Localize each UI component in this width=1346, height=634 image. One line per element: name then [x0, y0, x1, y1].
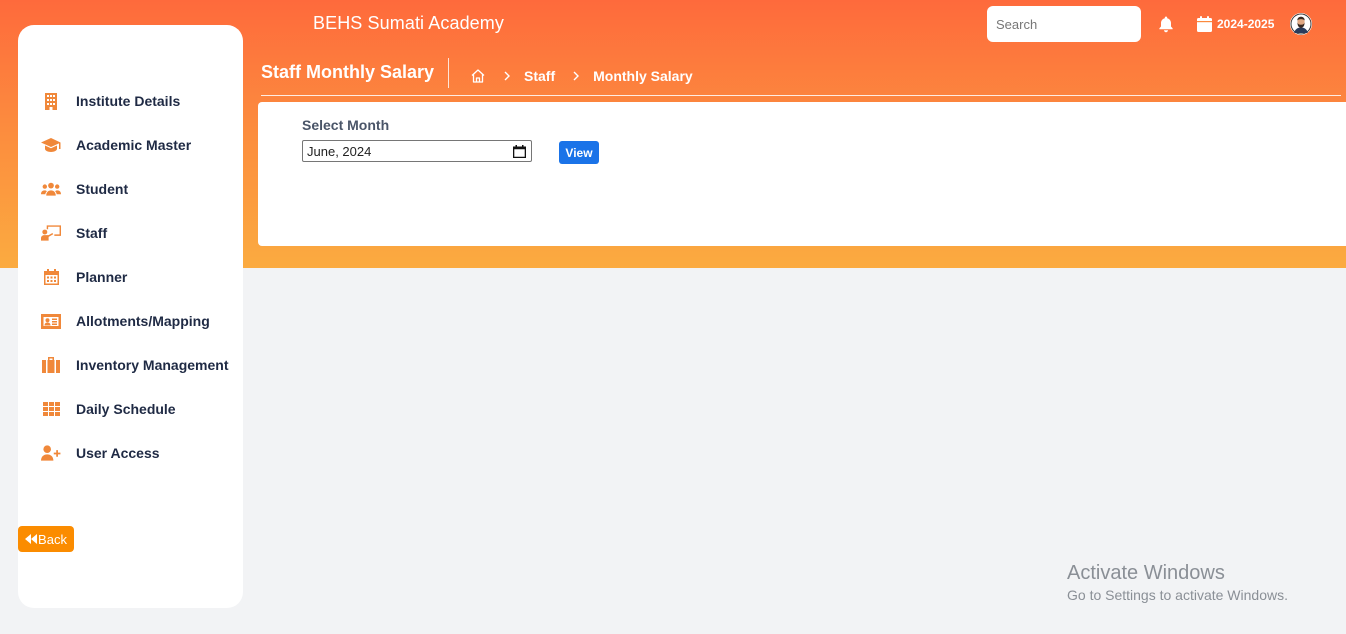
- activate-windows-title: Activate Windows: [1067, 562, 1225, 584]
- sidebar-item-label: Inventory Management: [76, 357, 229, 373]
- breadcrumb-staff[interactable]: Staff: [524, 68, 555, 84]
- avatar-icon: [1290, 13, 1312, 35]
- view-button[interactable]: View: [559, 141, 599, 164]
- calendar-icon: [41, 268, 61, 286]
- sidebar-item-daily-schedule[interactable]: Daily Schedule: [18, 394, 243, 424]
- sidebar-item-planner[interactable]: Planner: [18, 262, 243, 292]
- sidebar: Institute Details Academic Master Studen…: [18, 25, 243, 608]
- month-input-value: June, 2024: [307, 143, 372, 159]
- filter-card: [258, 102, 1346, 246]
- search-input[interactable]: [987, 6, 1141, 42]
- calendar-picker-icon[interactable]: [513, 145, 526, 158]
- select-month-label: Select Month: [302, 117, 390, 133]
- users-icon: [41, 180, 61, 198]
- sidebar-item-label: Planner: [76, 269, 128, 285]
- sidebar-item-label: User Access: [76, 445, 160, 461]
- breadcrumb: Staff Monthly Salary: [470, 66, 693, 86]
- chevron-right-icon: [573, 71, 580, 81]
- sidebar-item-allotments-mapping[interactable]: Allotments/Mapping: [18, 306, 243, 336]
- sidebar-item-student[interactable]: Student: [18, 174, 243, 204]
- chevron-right-icon: [504, 71, 510, 81]
- sidebar-item-staff[interactable]: Staff: [18, 218, 243, 248]
- bell-icon[interactable]: [1158, 16, 1174, 33]
- sidebar-item-label: Daily Schedule: [76, 401, 176, 417]
- sidebar-item-user-access[interactable]: User Access: [18, 438, 243, 468]
- sidebar-item-inventory-management[interactable]: Inventory Management: [18, 350, 243, 380]
- session-selector[interactable]: 2024-2025: [1217, 17, 1274, 31]
- page-title: Staff Monthly Salary: [261, 62, 435, 82]
- activate-windows-subtitle: Go to Settings to activate Windows.: [1067, 587, 1288, 603]
- sidebar-item-label: Staff: [76, 225, 108, 241]
- briefcase-icon: [41, 356, 61, 374]
- calendar-icon: [1197, 16, 1212, 32]
- back-button[interactable]: Back: [18, 526, 74, 552]
- double-chevron-left-icon: [25, 534, 38, 544]
- home-icon[interactable]: [470, 68, 486, 84]
- month-input[interactable]: June, 2024: [302, 140, 532, 162]
- grid-icon: [41, 400, 61, 418]
- sidebar-item-institute-details[interactable]: Institute Details: [18, 86, 243, 116]
- sidebar-item-label: Institute Details: [76, 93, 181, 109]
- user-avatar[interactable]: [1290, 13, 1312, 35]
- sidebar-item-label: Student: [76, 181, 129, 197]
- sidebar-item-label: Academic Master: [76, 137, 192, 153]
- id-card-icon: [41, 312, 61, 330]
- title-divider: [448, 58, 449, 88]
- header-divider: [261, 95, 1341, 96]
- building-icon: [41, 92, 61, 110]
- graduation-cap-icon: [41, 136, 61, 154]
- teacher-board-icon: [41, 224, 61, 242]
- app-title: BEHS Sumati Academy: [313, 13, 504, 33]
- user-plus-icon: [41, 444, 61, 462]
- back-button-label: Back: [38, 531, 67, 547]
- breadcrumb-monthly-salary: Monthly Salary: [593, 68, 693, 84]
- sidebar-item-label: Allotments/Mapping: [76, 313, 210, 329]
- sidebar-item-academic-master[interactable]: Academic Master: [18, 130, 243, 160]
